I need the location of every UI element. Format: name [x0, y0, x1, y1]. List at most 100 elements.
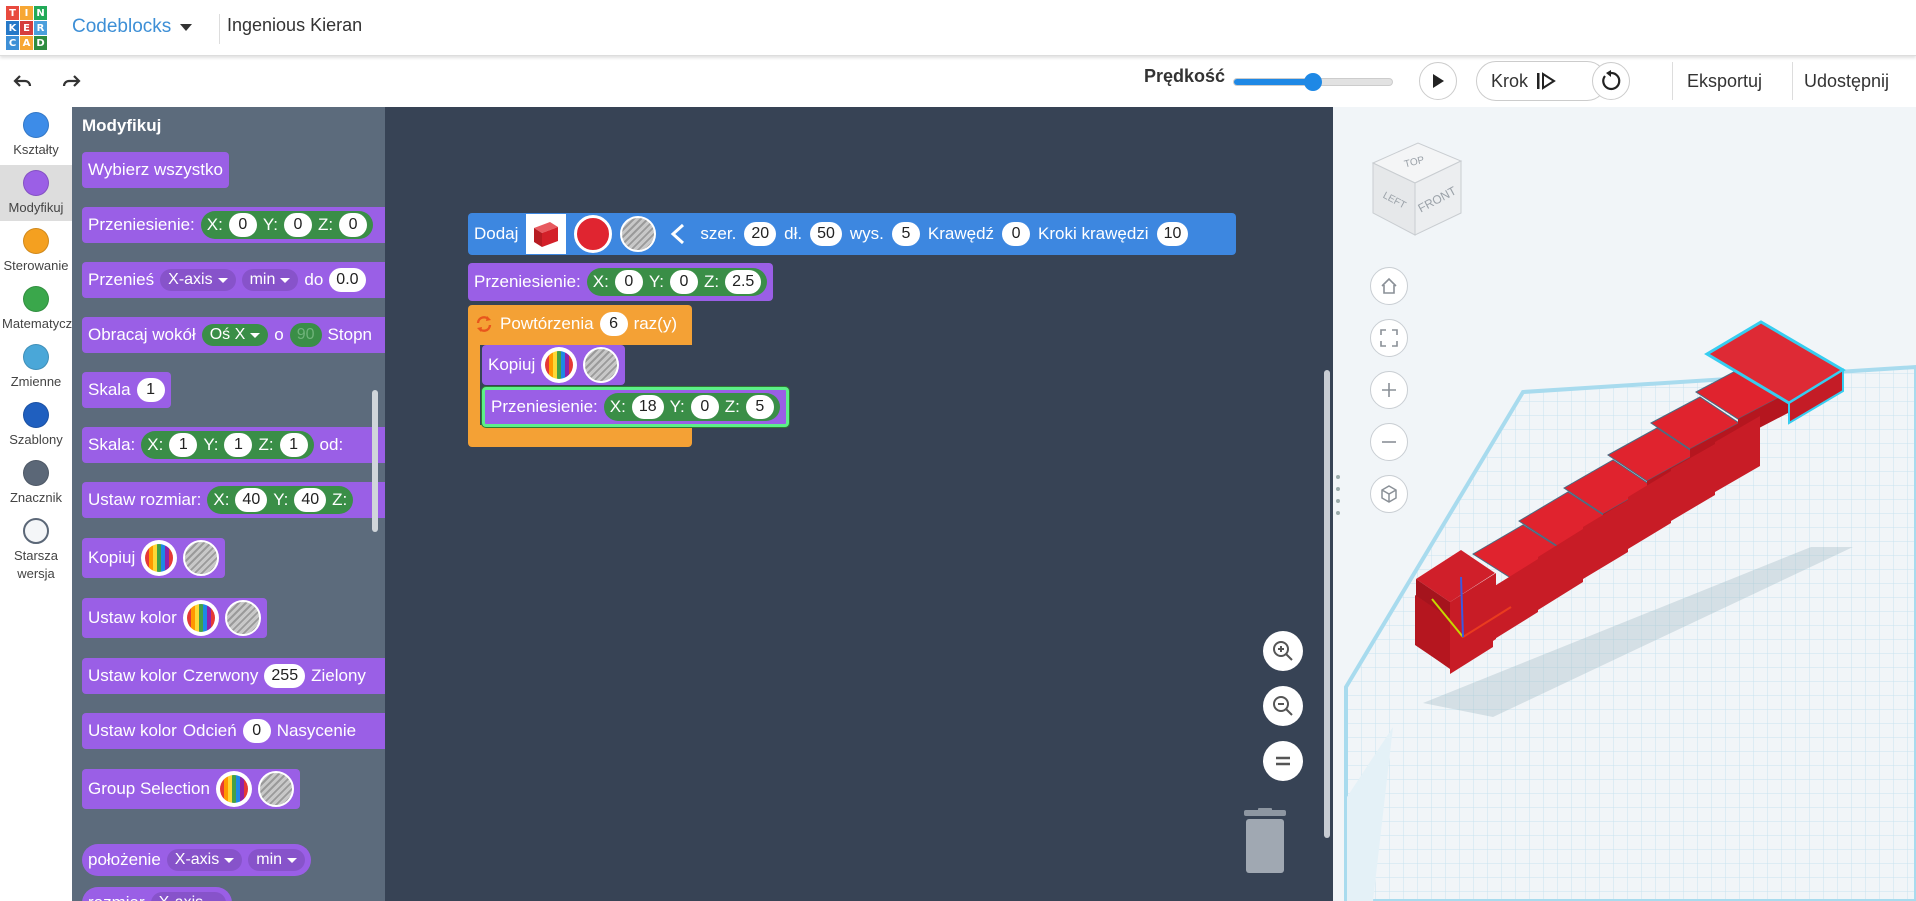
position-axis-dropdown[interactable]: X-axis: [166, 849, 243, 871]
y-value[interactable]: 1: [224, 433, 253, 457]
view-cube[interactable]: TOP LEFT FRONT: [1363, 135, 1473, 245]
red-value[interactable]: 255: [264, 664, 306, 688]
code-workspace[interactable]: Dodaj szer. 20 dł. 50 wys. 5 Krawędź 0 Kroki…: [385, 107, 1333, 901]
x-value[interactable]: 0: [614, 270, 643, 294]
hole-icon[interactable]: [583, 347, 620, 383]
x-value[interactable]: 18: [631, 395, 664, 419]
z-value[interactable]: 0: [339, 213, 368, 237]
category-matematycz[interactable]: Matematycz: [0, 281, 72, 337]
x-value[interactable]: 1: [169, 433, 198, 457]
y-value[interactable]: 40: [294, 488, 327, 512]
panel-resize-handle[interactable]: [1336, 475, 1342, 515]
tinkercad-logo[interactable]: TIN KER CAD: [6, 6, 47, 50]
block-palette: Modyfikuj Wybierz wszystko Przeniesienie…: [72, 107, 385, 901]
rainbow-color-icon[interactable]: [215, 771, 252, 807]
x-value[interactable]: 40: [235, 488, 268, 512]
scale-value[interactable]: 1: [136, 378, 165, 402]
step-button[interactable]: Krok: [1476, 61, 1607, 101]
hole-icon[interactable]: [257, 771, 294, 807]
degrees-value[interactable]: 90: [289, 323, 322, 347]
move-to-block[interactable]: Przenieś X-axis min do 0.0: [82, 262, 385, 298]
zoom-out-view-button[interactable]: [1370, 423, 1408, 461]
zoom-in-button[interactable]: [1263, 631, 1303, 671]
block-label: Przenieś: [88, 270, 155, 289]
export-button[interactable]: Eksportuj: [1672, 62, 1776, 100]
length-value[interactable]: 50: [810, 222, 842, 246]
copy-block[interactable]: Kopiuj: [82, 538, 226, 578]
zoom-out-button[interactable]: [1263, 686, 1303, 726]
reset-icon: [1602, 70, 1621, 91]
rotate-axis-dropdown[interactable]: Oś X: [201, 324, 269, 346]
group-selection-block[interactable]: Group Selection: [82, 769, 300, 809]
category-kształty[interactable]: Kształty: [0, 107, 72, 163]
x-value[interactable]: 0: [228, 213, 257, 237]
category-modyfikuj[interactable]: Modyfikuj: [0, 165, 72, 221]
move-block[interactable]: Przeniesienie: X: 0 Y: 0 Z: 0: [82, 207, 385, 243]
size-reporter-block[interactable]: rozmiar X-axis: [82, 887, 233, 901]
z-value[interactable]: 5: [745, 395, 774, 419]
speed-slider[interactable]: [1233, 73, 1393, 91]
hole-icon[interactable]: [183, 540, 220, 576]
workspace-scrollbar[interactable]: [1324, 370, 1330, 838]
set-size-block[interactable]: Ustaw rozmiar: X: 40 Y: 40 Z:: [82, 482, 385, 518]
perspective-button[interactable]: [1370, 475, 1408, 513]
size-axis-dropdown[interactable]: X-axis: [150, 892, 227, 901]
category-zmienne[interactable]: Zmienne: [0, 339, 72, 395]
rainbow-color-icon[interactable]: [182, 600, 219, 636]
category-znacznik[interactable]: Znacznik: [0, 455, 72, 511]
hole-icon[interactable]: [224, 600, 261, 636]
rainbow-color-icon[interactable]: [141, 540, 178, 576]
speed-slider-handle[interactable]: [1304, 73, 1322, 91]
repeat-count-value[interactable]: 6: [599, 312, 628, 336]
trash-icon[interactable]: [1242, 808, 1288, 874]
z-value[interactable]: 1: [279, 433, 308, 457]
rainbow-color-icon[interactable]: [541, 347, 578, 383]
set-color-rgb-block[interactable]: Ustaw kolor Czerwony 255 Zielony: [82, 658, 385, 694]
share-button[interactable]: Udostępnij: [1792, 62, 1900, 100]
play-button[interactable]: [1419, 62, 1457, 100]
zoom-in-view-button[interactable]: [1370, 371, 1408, 409]
edge-value[interactable]: 0: [1002, 222, 1031, 246]
project-name[interactable]: Ingenious Kieran: [227, 15, 362, 36]
fit-view-button[interactable]: [1370, 319, 1408, 357]
home-view-button[interactable]: [1370, 267, 1408, 305]
undo-icon[interactable]: [10, 70, 36, 94]
mode-dropdown[interactable]: min: [241, 269, 299, 291]
edge-steps-value[interactable]: 10: [1156, 222, 1189, 246]
position-mode-dropdown[interactable]: min: [248, 849, 306, 871]
y-value[interactable]: 0: [669, 270, 698, 294]
to-value[interactable]: 0.0: [329, 268, 366, 292]
3d-viewer[interactable]: TOP LEFT FRONT: [1333, 107, 1916, 901]
y-value[interactable]: 0: [283, 213, 312, 237]
width-value[interactable]: 20: [744, 222, 777, 246]
axis-dropdown[interactable]: X-axis: [160, 269, 236, 291]
move-block-selected[interactable]: Przeniesienie: X: 18 Y: 0 Z: 5: [482, 387, 789, 427]
copy-block[interactable]: Kopiuj: [482, 345, 626, 385]
reset-button[interactable]: [1592, 62, 1630, 100]
add-shape-block[interactable]: Dodaj szer. 20 dł. 50 wys. 5 Krawędź 0 Kroki…: [468, 213, 1236, 255]
category-sterowanie[interactable]: Sterowanie: [0, 223, 72, 279]
set-color-hsv-block[interactable]: Ustaw kolor Odcień 0 Nasycenie: [82, 713, 385, 749]
set-color-block[interactable]: Ustaw kolor: [82, 598, 267, 638]
z-value[interactable]: 2.5: [725, 270, 762, 294]
color-swatch[interactable]: [574, 215, 613, 253]
palette-scrollbar[interactable]: [372, 390, 378, 532]
hole-icon[interactable]: [620, 216, 657, 252]
app-name-dropdown[interactable]: Codeblocks: [72, 16, 171, 38]
category-starsza-wersja[interactable]: Starsza wersja: [0, 513, 72, 591]
rotate-block[interactable]: Obracaj wokół Oś X o 90 Stopn: [82, 317, 385, 353]
scale-block[interactable]: Skala 1: [82, 372, 171, 408]
scale-xyz-block[interactable]: Skala: X: 1 Y: 1 Z: 1 od:: [82, 427, 385, 463]
hue-value[interactable]: 0: [242, 719, 271, 743]
category-szablony[interactable]: Szablony: [0, 397, 72, 453]
chevron-left-icon[interactable]: [664, 222, 692, 246]
y-value[interactable]: 0: [690, 395, 719, 419]
box-shape-icon[interactable]: [526, 214, 567, 254]
select-all-block[interactable]: Wybierz wszystko: [82, 152, 229, 188]
move-block[interactable]: Przeniesienie: X: 0 Y: 0 Z: 2.5: [468, 263, 774, 301]
height-value[interactable]: 5: [891, 222, 920, 246]
redo-icon[interactable]: [58, 70, 84, 94]
reset-zoom-button[interactable]: [1263, 741, 1303, 781]
position-reporter-block[interactable]: położenie X-axis min: [82, 844, 312, 876]
chevron-down-icon[interactable]: [180, 24, 192, 31]
